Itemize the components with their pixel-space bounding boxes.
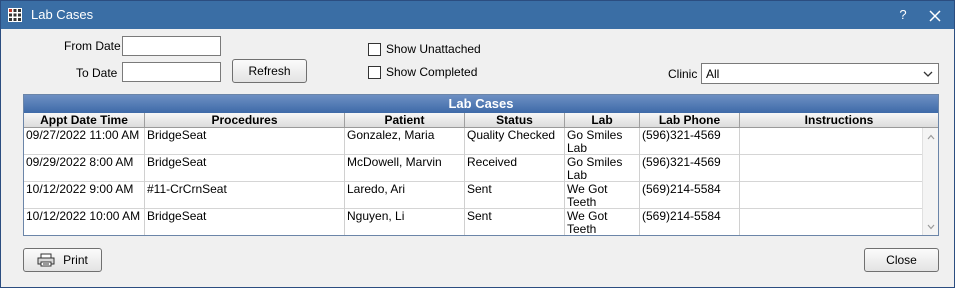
- cell-status: Sent: [465, 182, 565, 209]
- column-header-appt-date-time[interactable]: Appt Date Time: [24, 113, 145, 127]
- cell-procedures: #11-CrCrnSeat: [145, 182, 345, 209]
- cell-instructions: [740, 209, 922, 235]
- window-title: Lab Cases: [31, 7, 94, 22]
- cell-patient: Gonzalez, Maria: [345, 128, 465, 155]
- to-date-label: To Date: [76, 66, 118, 80]
- title-bar: Lab Cases ?: [1, 1, 954, 29]
- cell-status: Quality Checked: [465, 128, 565, 155]
- cell-status: Received: [465, 155, 565, 182]
- cell-patient: Nguyen, Li: [345, 209, 465, 235]
- lab-cases-grid: Lab Cases Appt Date Time Procedures Pati…: [23, 94, 939, 236]
- table-row[interactable]: 10/12/2022 10:00 AM BridgeSeat Nguyen, L…: [24, 209, 922, 235]
- cell-patient: McDowell, Marvin: [345, 155, 465, 182]
- column-header-lab[interactable]: Lab: [565, 113, 640, 127]
- help-button[interactable]: ?: [894, 5, 912, 25]
- clinic-select[interactable]: All: [701, 63, 939, 84]
- show-unattached-label: Show Unattached: [386, 42, 481, 56]
- cell-appt-date-time: 09/29/2022 8:00 AM: [24, 155, 145, 182]
- cell-lab: We Got Teeth: [565, 209, 640, 235]
- grid-title: Lab Cases: [24, 95, 938, 113]
- lab-cases-window: Lab Cases ? From Date To Date Refresh Sh…: [0, 0, 955, 288]
- refresh-button[interactable]: Refresh: [232, 59, 307, 83]
- cell-appt-date-time: 10/12/2022 10:00 AM: [24, 209, 145, 235]
- close-icon[interactable]: [925, 6, 945, 26]
- grid-body: 09/27/2022 11:00 AM BridgeSeat Gonzalez,…: [24, 128, 922, 235]
- cell-lab: We Got Teeth: [565, 182, 640, 209]
- table-row[interactable]: 09/29/2022 8:00 AM BridgeSeat McDowell, …: [24, 155, 922, 182]
- cell-instructions: [740, 155, 922, 182]
- cell-lab-phone: (569)214-5584: [640, 209, 740, 235]
- scroll-down-icon[interactable]: [927, 224, 935, 230]
- from-date-field[interactable]: [122, 36, 221, 56]
- cell-procedures: BridgeSeat: [145, 209, 345, 235]
- show-unattached-checkbox[interactable]: [368, 43, 381, 56]
- cell-appt-date-time: 10/12/2022 9:00 AM: [24, 182, 145, 209]
- cell-appt-date-time: 09/27/2022 11:00 AM: [24, 128, 145, 155]
- column-header-instructions[interactable]: Instructions: [740, 113, 938, 127]
- close-button[interactable]: Close: [864, 248, 939, 272]
- chevron-down-icon: [923, 71, 933, 77]
- cell-lab-phone: (596)321-4569: [640, 128, 740, 155]
- clinic-select-value: All: [706, 67, 720, 81]
- cell-lab-phone: (569)214-5584: [640, 182, 740, 209]
- cell-lab-phone: (596)321-4569: [640, 155, 740, 182]
- cell-status: Sent: [465, 209, 565, 235]
- show-completed-label: Show Completed: [386, 65, 478, 79]
- scroll-up-icon[interactable]: [927, 134, 935, 140]
- cell-procedures: BridgeSeat: [145, 155, 345, 182]
- column-header-lab-phone[interactable]: Lab Phone: [640, 113, 740, 127]
- print-button-label: Print: [63, 253, 88, 267]
- table-row[interactable]: 09/27/2022 11:00 AM BridgeSeat Gonzalez,…: [24, 128, 922, 155]
- cell-instructions: [740, 182, 922, 209]
- grid-header: Appt Date Time Procedures Patient Status…: [24, 113, 938, 128]
- printer-icon: [37, 253, 55, 267]
- clinic-label: Clinic: [668, 67, 698, 81]
- column-header-status[interactable]: Status: [465, 113, 565, 127]
- column-header-procedures[interactable]: Procedures: [145, 113, 345, 127]
- show-completed-checkbox[interactable]: [368, 66, 381, 79]
- cell-instructions: [740, 128, 922, 155]
- to-date-field[interactable]: [122, 62, 221, 82]
- from-date-label: From Date: [64, 39, 121, 53]
- vertical-scrollbar[interactable]: [922, 128, 938, 235]
- cell-patient: Laredo, Ari: [345, 182, 465, 209]
- cell-procedures: BridgeSeat: [145, 128, 345, 155]
- cell-lab: Go Smiles Lab: [565, 128, 640, 155]
- print-button[interactable]: Print: [23, 248, 102, 272]
- column-header-patient[interactable]: Patient: [345, 113, 465, 127]
- app-grid-icon: [8, 8, 22, 22]
- table-row[interactable]: 10/12/2022 9:00 AM #11-CrCrnSeat Laredo,…: [24, 182, 922, 209]
- cell-lab: Go Smiles Lab: [565, 155, 640, 182]
